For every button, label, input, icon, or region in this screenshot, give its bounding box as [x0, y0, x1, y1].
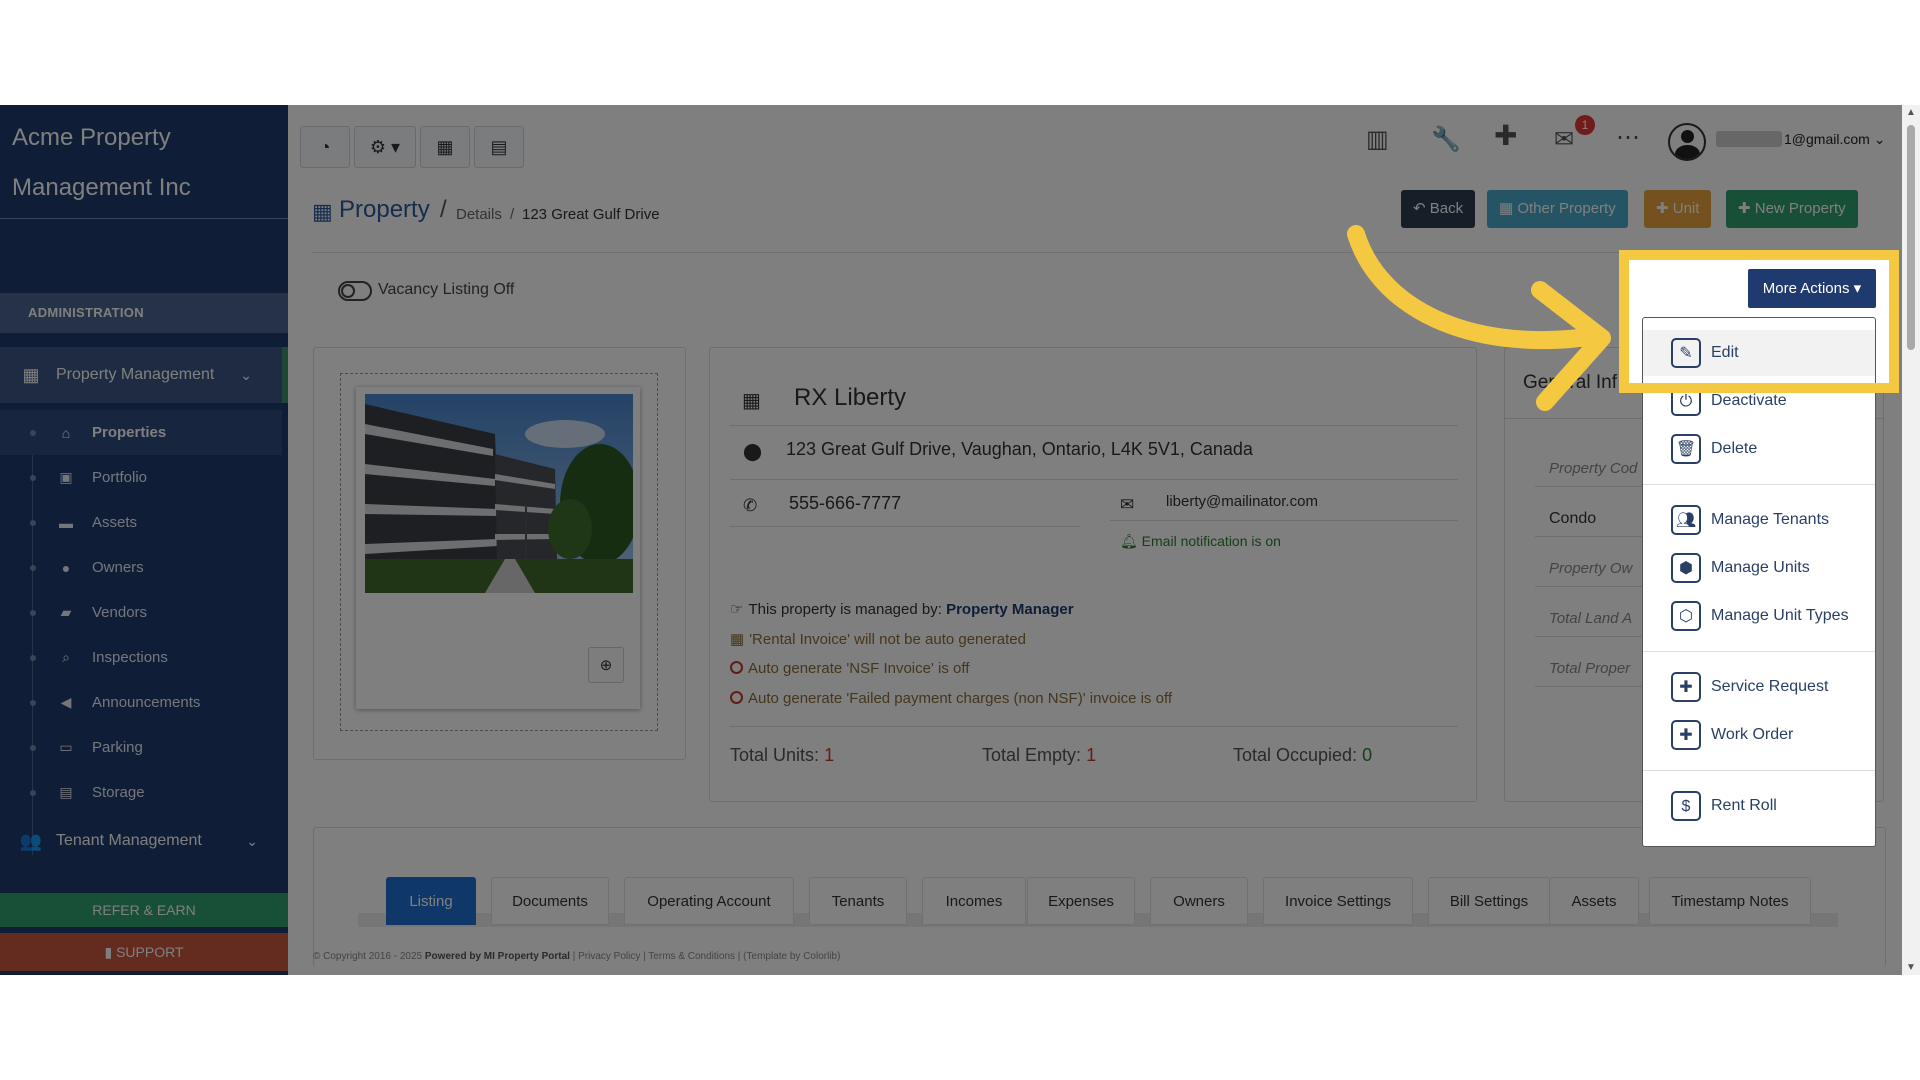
menu-item-edit[interactable]: ✎ Edit — [1643, 330, 1875, 376]
caret-down-icon: ▾ — [1853, 280, 1862, 297]
dollar-icon: $ — [1671, 791, 1701, 821]
trash-icon: 🗑︎ — [1671, 434, 1701, 464]
more-actions-button[interactable]: More Actions ▾ — [1748, 269, 1876, 308]
menu-item-manage-tenants[interactable]: 👥︎ Manage Tenants — [1643, 497, 1875, 543]
edit-icon: ✎ — [1671, 338, 1701, 368]
menu-item-deactivate[interactable]: ⏻ Deactivate — [1643, 378, 1875, 424]
menu-item-manage-unit-types[interactable]: ⬡ Manage Unit Types — [1643, 593, 1875, 639]
scrollbar[interactable]: ▲ ▼ — [1902, 105, 1920, 975]
plus-square-icon: ✚ — [1671, 720, 1701, 750]
power-icon: ⏻ — [1671, 386, 1701, 416]
menu-item-rent-roll[interactable]: $ Rent Roll — [1643, 783, 1875, 829]
app-window: Acme Property Management Inc ADMINISTRAT… — [0, 105, 1920, 975]
menu-item-work-order[interactable]: ✚ Work Order — [1643, 712, 1875, 758]
menu-item-service-request[interactable]: ✚ Service Request — [1643, 664, 1875, 710]
arrow-down-icon[interactable]: ▼ — [1906, 962, 1916, 973]
users-icon: 👥︎ — [1671, 505, 1701, 535]
menu-item-delete[interactable]: 🗑︎ Delete — [1643, 426, 1875, 472]
modal-dim-overlay — [0, 105, 1920, 975]
menu-divider — [1643, 484, 1875, 485]
cube-icon: ⬡ — [1671, 601, 1701, 631]
menu-divider — [1643, 770, 1875, 771]
cubes-icon: ⬢ — [1671, 553, 1701, 583]
plus-square-icon: ✚ — [1671, 672, 1701, 702]
arrow-up-icon[interactable]: ▲ — [1906, 107, 1916, 118]
menu-item-manage-units[interactable]: ⬢ Manage Units — [1643, 545, 1875, 591]
more-actions-menu: ✎ Edit ⏻ Deactivate 🗑︎ Delete 👥︎ Manage Tena… — [1642, 317, 1876, 847]
menu-divider — [1643, 651, 1875, 652]
scrollbar-thumb[interactable] — [1907, 125, 1915, 350]
